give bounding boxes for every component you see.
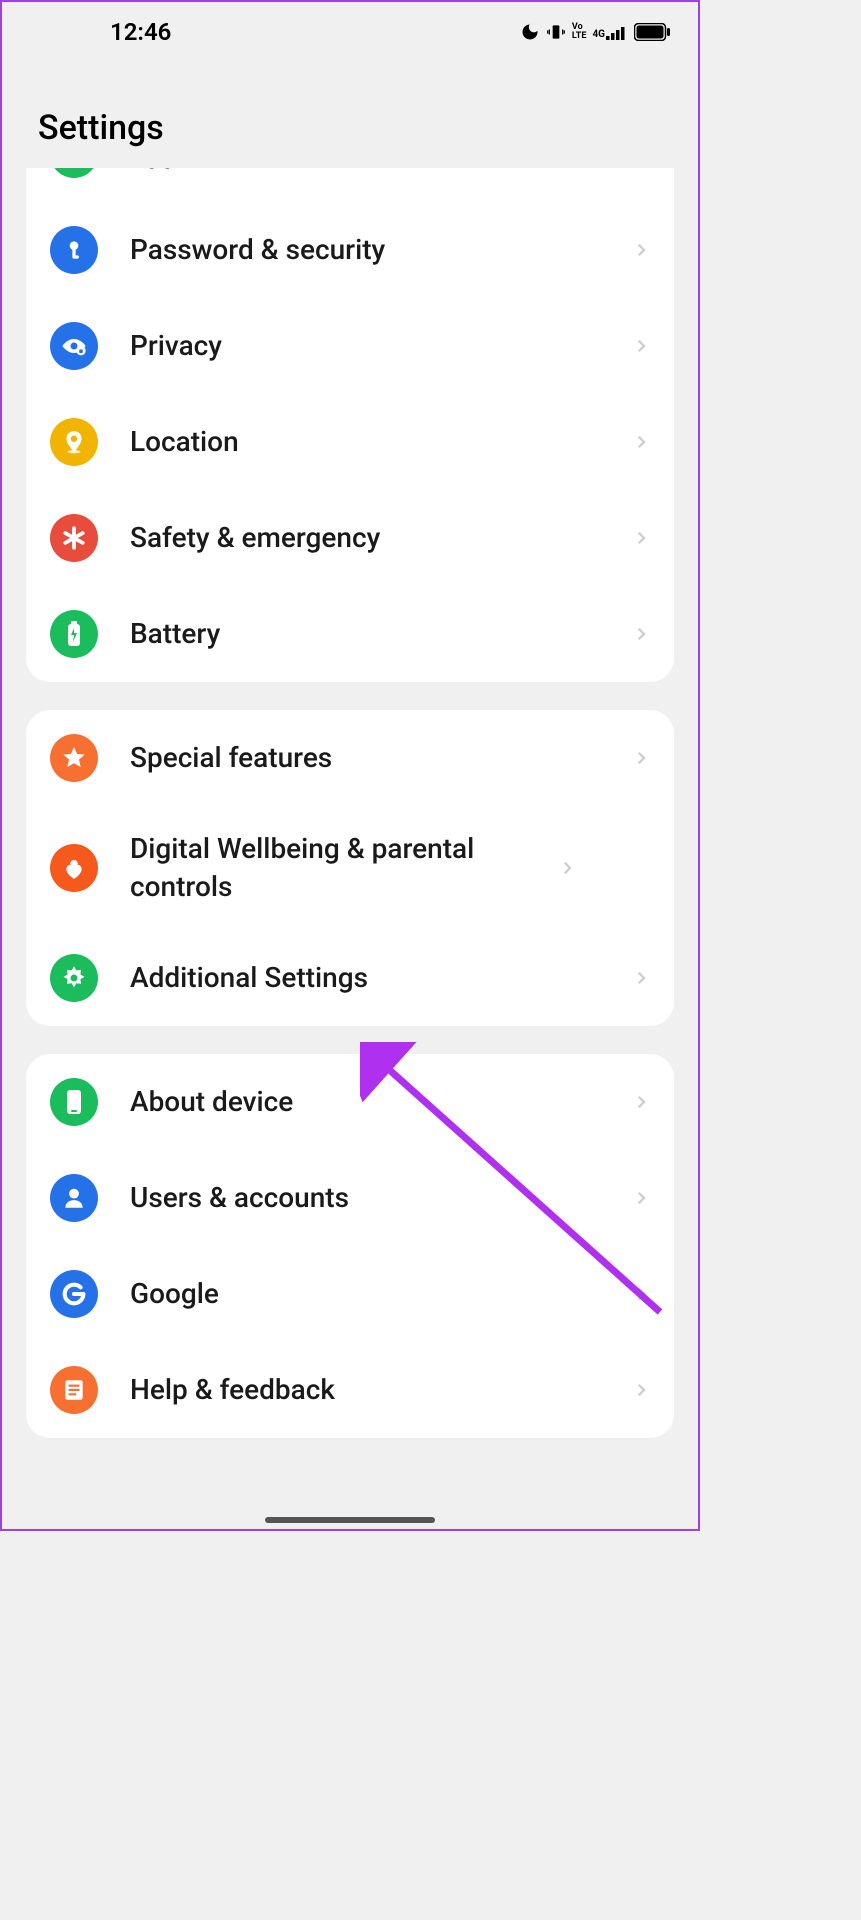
chevron-right-icon <box>632 241 650 259</box>
row-label: Safety & emergency <box>130 519 624 557</box>
chevron-right-icon <box>632 1381 650 1399</box>
row-label: Additional Settings <box>130 959 624 997</box>
row-label: Users & accounts <box>130 1179 624 1217</box>
row-label: Password & security <box>130 231 624 269</box>
row-label: Location <box>130 423 624 461</box>
status-icons: VoLTE 4G <box>520 22 670 42</box>
settings-row-additional-settings[interactable]: Additional Settings <box>26 930 674 1026</box>
chevron-right-icon <box>632 433 650 451</box>
status-time: 12:46 <box>110 18 171 46</box>
row-label: Special features <box>130 739 624 777</box>
battery-icon <box>50 610 98 658</box>
apps-icon <box>50 168 98 178</box>
status-bar: 12:46 VoLTE 4G <box>2 2 698 58</box>
settings-row-safety-emergency[interactable]: Safety & emergency <box>26 490 674 586</box>
eye-lock-icon <box>50 322 98 370</box>
row-label: About device <box>130 1083 624 1121</box>
battery-icon <box>634 23 670 41</box>
settings-row-battery[interactable]: Battery <box>26 586 674 682</box>
location-icon <box>50 418 98 466</box>
network-4g-icon: 4G <box>592 24 628 40</box>
asterisk-icon <box>50 514 98 562</box>
settings-row-about-device[interactable]: About device <box>26 1054 674 1150</box>
chevron-right-icon <box>632 529 650 547</box>
vibrate-icon <box>546 22 566 42</box>
settings-row-users-accounts[interactable]: Users & accounts <box>26 1150 674 1246</box>
chevron-right-icon <box>632 337 650 355</box>
person-icon <box>50 1174 98 1222</box>
star-icon <box>50 734 98 782</box>
heart-icon <box>50 844 98 892</box>
dnd-icon <box>520 22 540 42</box>
gear-star-icon <box>50 954 98 1002</box>
phone-icon <box>50 1078 98 1126</box>
page-title: Settings <box>38 108 698 148</box>
chevron-right-icon <box>558 859 576 877</box>
volte-icon: VoLTE <box>572 23 587 41</box>
book-icon <box>50 1366 98 1414</box>
chevron-right-icon <box>632 625 650 643</box>
row-label: Help & feedback <box>130 1371 624 1409</box>
row-label: Privacy <box>130 327 624 365</box>
settings-row-google[interactable]: Google <box>26 1246 674 1342</box>
settings-section-device: About device Users & accounts Google Hel… <box>26 1054 674 1438</box>
settings-row-apps[interactable]: Apps <box>26 168 674 202</box>
chevron-right-icon <box>632 749 650 767</box>
settings-section-security: Apps Password & security Privacy Locatio… <box>26 168 674 682</box>
settings-list: Apps Password & security Privacy Locatio… <box>2 168 698 1438</box>
settings-header: Settings <box>2 58 698 168</box>
google-icon <box>50 1270 98 1318</box>
navigation-bar-handle[interactable] <box>265 1517 435 1523</box>
settings-row-password-security[interactable]: Password & security <box>26 202 674 298</box>
row-label: Apps <box>130 168 624 173</box>
settings-row-privacy[interactable]: Privacy <box>26 298 674 394</box>
key-icon <box>50 226 98 274</box>
settings-row-location[interactable]: Location <box>26 394 674 490</box>
chevron-right-icon <box>632 1189 650 1207</box>
settings-row-special-features[interactable]: Special features <box>26 710 674 806</box>
row-label: Digital Wellbeing & parental controls <box>130 830 550 906</box>
row-label: Google <box>130 1275 624 1313</box>
chevron-right-icon <box>632 969 650 987</box>
chevron-right-icon <box>632 1285 650 1303</box>
settings-row-help-feedback[interactable]: Help & feedback <box>26 1342 674 1438</box>
settings-section-features: Special features Digital Wellbeing & par… <box>26 710 674 1026</box>
chevron-right-icon <box>632 1093 650 1111</box>
settings-row-digital-wellbeing[interactable]: Digital Wellbeing & parental controls <box>26 806 674 930</box>
row-label: Battery <box>130 615 624 653</box>
